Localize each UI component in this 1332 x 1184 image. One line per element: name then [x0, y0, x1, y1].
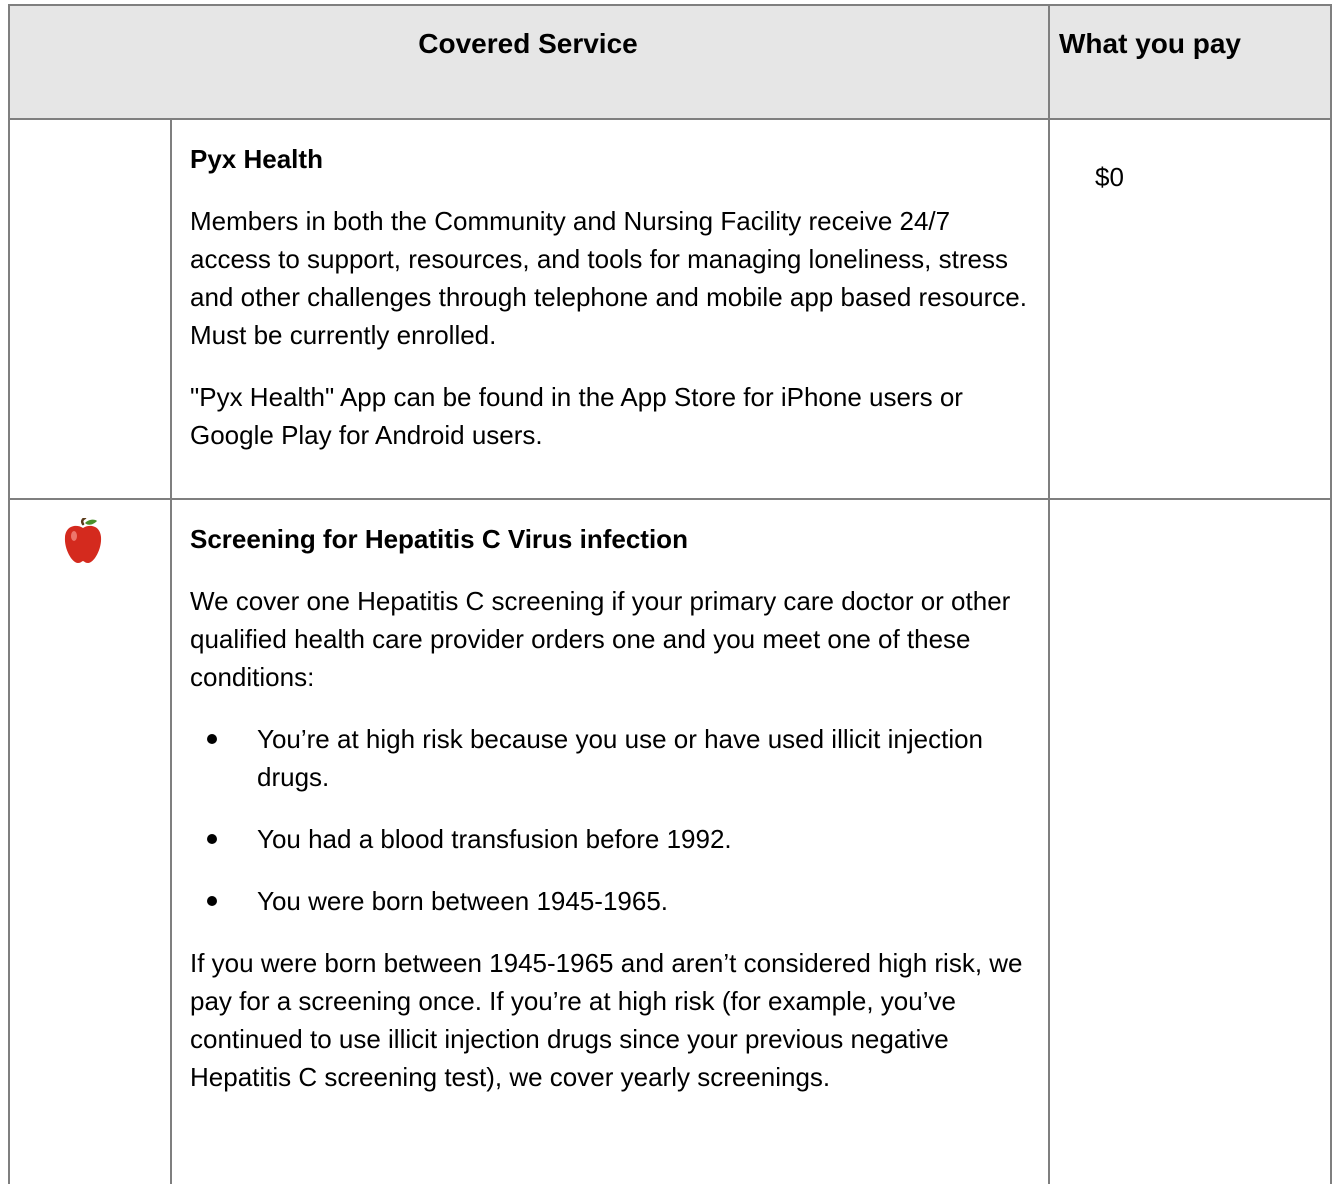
pyx-health-pay: $0	[1095, 162, 1124, 192]
hepatitis-c-cell: Screening for Hepatitis C Virus infectio…	[190, 520, 1030, 1096]
condition-item: You were born between 1945-1965.	[190, 882, 1030, 920]
pyx-health-description: Members in both the Community and Nursin…	[190, 206, 1027, 350]
apple-icon	[64, 518, 102, 563]
condition-item: You had a blood transfusion before 1992.	[190, 820, 1030, 858]
what-you-pay-header: What you pay	[1058, 28, 1241, 59]
pyx-health-app-note: "Pyx Health" App can be found in the App…	[190, 382, 963, 450]
hepatitis-c-title: Screening for Hepatitis C Virus infectio…	[190, 524, 688, 554]
icon-column-divider	[170, 119, 172, 1184]
header-divider	[8, 118, 1332, 120]
pyx-health-title: Pyx Health	[190, 144, 323, 174]
condition-item: You’re at high risk because you use or h…	[190, 720, 1030, 796]
covered-service-header: Covered Service	[418, 28, 638, 59]
bullet-icon	[207, 734, 217, 744]
bullet-icon	[207, 834, 217, 844]
pyx-health-cell: Pyx Health Members in both the Community…	[190, 140, 1030, 454]
bullet-icon	[207, 896, 217, 906]
benefits-table: Covered Service What you pay Pyx Health …	[8, 4, 1332, 1184]
table-left-border	[8, 4, 10, 1184]
row-divider	[8, 498, 1332, 500]
pay-column-divider	[1048, 4, 1050, 1184]
table-top-border	[8, 4, 1332, 6]
hepatitis-c-intro: We cover one Hepatitis C screening if yo…	[190, 586, 1011, 692]
hepatitis-c-conditions: You’re at high risk because you use or h…	[190, 720, 1030, 920]
hepatitis-c-closing: If you were born between 1945-1965 and a…	[190, 948, 1023, 1092]
